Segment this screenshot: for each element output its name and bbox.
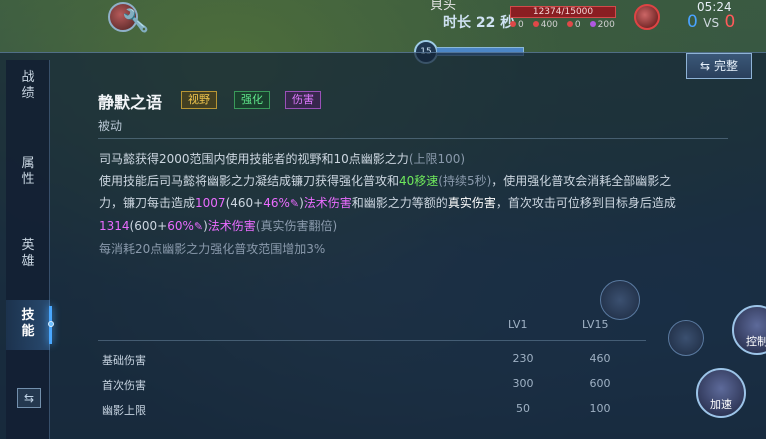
game-hud: 🔧 貝头 时长 22 秒 12374/15000 0 400 0 200 05:… — [0, 0, 766, 40]
desc-line-1: 司马懿获得2000范围内使用技能者的视野和10点幽影之力(上限100) — [99, 152, 466, 166]
nav-item-skills[interactable]: 技 能 — [6, 300, 54, 350]
active-dot — [48, 321, 54, 327]
stat-assist: 200 — [589, 20, 615, 32]
hp-bar: 12374/15000 — [510, 6, 616, 18]
control-label: 控制 — [746, 335, 766, 348]
desc-line-4: 1314(600+60%✎)法术伤害(真实伤害翻倍) — [99, 219, 338, 233]
skill-description: 司马懿获得2000范围内使用技能者的视野和10点幽影之力(上限100) 使用技能… — [99, 148, 749, 260]
score-vs: VS — [703, 16, 720, 30]
speed-skill-button[interactable]: 加速 — [696, 368, 746, 418]
score-red: 0 — [724, 12, 736, 32]
side-navigation: 战 绩 属 性 英 雄 技 能 — [6, 60, 54, 439]
tag-vision: 视野 — [181, 91, 217, 109]
score-blue: 0 — [687, 12, 698, 32]
speed-label: 加速 — [710, 398, 732, 411]
complete-button[interactable]: ⇆ 完整 — [686, 53, 752, 79]
stat-kills: 0 — [510, 20, 524, 32]
magic-brush-icon: ✎ — [289, 197, 300, 210]
table-header-lv15: LV15 — [582, 318, 609, 331]
nav-item-record[interactable]: 战 绩 — [6, 62, 50, 112]
swap-arrows-icon: ⇆ — [700, 59, 711, 73]
table-divider — [98, 340, 646, 341]
nav-item-skills-label: 技 能 — [21, 308, 35, 339]
stat-gold: 400 — [532, 20, 558, 32]
skill-name: 静默之语 — [98, 93, 163, 112]
nav-item-hero[interactable]: 英 雄 — [6, 230, 50, 280]
complete-button-label: 完整 — [713, 59, 738, 73]
tag-buff: 强化 — [234, 91, 270, 109]
match-duration: 时长 22 秒 — [443, 15, 515, 31]
swap-icon[interactable]: ⇆ — [17, 388, 41, 408]
nav-item-attributes[interactable]: 属 性 — [6, 148, 50, 198]
table-row: 基础伤害 230 460 — [102, 352, 611, 367]
table-row: 幽影上限 50 100 — [102, 402, 611, 417]
magic-brush-icon: ✎ — [193, 220, 204, 233]
stats-row: 0 400 0 200 — [510, 20, 630, 32]
tag-damage: 伤害 — [285, 91, 321, 109]
desc-line-5: 每消耗20点幽影之力强化普攻范围增加3% — [99, 242, 326, 256]
divider — [98, 138, 728, 139]
scoreboard: 0 VS 0 — [687, 12, 735, 32]
ally-orb — [600, 280, 640, 320]
stat-deaths: 0 — [566, 20, 581, 32]
table-row: 首次伤害 300 600 — [102, 377, 611, 392]
table-header-lv1: LV1 — [508, 318, 528, 331]
skill-type: 被动 — [98, 119, 123, 133]
minimap-orb — [668, 320, 704, 356]
wrench-icon[interactable]: 🔧 — [120, 6, 152, 38]
desc-line-2: 使用技能后司马懿将幽影之力凝结成镰刀获得强化普攻和40移速(持续5秒)，使用强化… — [99, 174, 672, 188]
desc-line-3: 力，镰刀每击造成1007(460+46%✎)法术伤害和幽影之力等额的真实伤害，首… — [99, 196, 676, 210]
enemy-avatar[interactable] — [634, 4, 660, 30]
